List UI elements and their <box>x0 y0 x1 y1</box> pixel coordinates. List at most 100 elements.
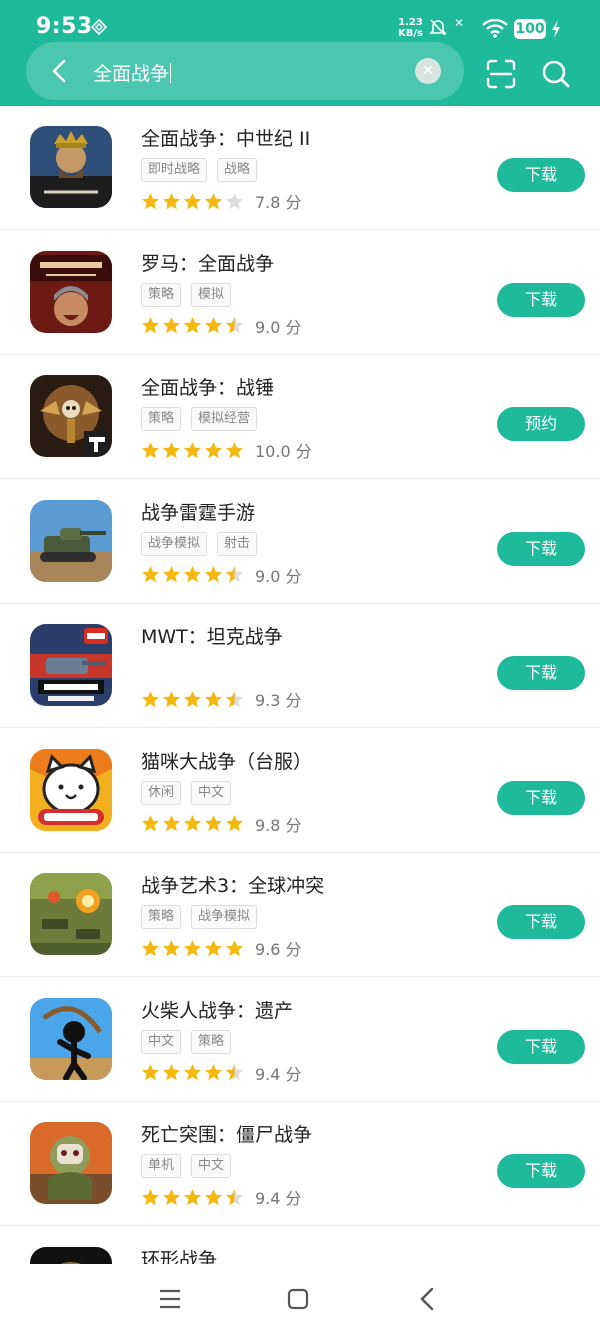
app-title[interactable]: 环形战争 <box>141 1245 217 1265</box>
search-icon[interactable] <box>541 59 571 89</box>
star-filled-icon <box>142 192 159 209</box>
app-tag: 单机 <box>141 1154 182 1178</box>
star-filled-icon <box>163 939 180 956</box>
star-filled-icon <box>142 317 159 334</box>
reserve-button[interactable]: 预约 <box>497 407 585 441</box>
app-list-item[interactable]: 战争艺术3：全球冲突 策略 战争模拟 9.6 分 下载 <box>0 853 600 977</box>
medieval-ii-icon[interactable] <box>30 126 112 208</box>
star-filled-icon <box>163 690 180 707</box>
star-filled-icon <box>205 317 222 334</box>
app-tag: 策略 <box>141 905 182 929</box>
download-button[interactable]: 下载 <box>497 780 585 815</box>
app-tags: 中文 策略 <box>141 1029 232 1054</box>
app-tags: 休闲 中文 <box>141 780 232 805</box>
app-list-item[interactable]: 战争雷霆手游 战争模拟 射击 9.0 分 下载 <box>0 480 600 604</box>
star-filled-icon <box>184 1188 201 1205</box>
app-list-item[interactable]: 全面战争：战锤 策略 模拟经营 10.0 分 预约 <box>0 355 600 479</box>
ring-war-icon[interactable] <box>30 1246 112 1264</box>
download-button[interactable]: 下载 <box>497 1154 585 1188</box>
star-rating <box>141 690 244 709</box>
star-filled-icon <box>205 815 222 832</box>
app-list-item[interactable]: 死亡突围：僵尸战争 单机 中文 9.4 分 下载 <box>0 1102 600 1226</box>
scan-icon[interactable] <box>486 59 516 89</box>
app-list-item[interactable]: 全面战争：中世纪 II 即时战略 战略 7.8 分 下载 <box>0 106 600 230</box>
net-speed: 1.23 KB/s <box>398 17 423 39</box>
app-list-item[interactable]: 猫咪大战争（台服） 休闲 中文 9.8 分 下载 <box>0 729 600 853</box>
star-filled-icon <box>163 566 180 583</box>
app-tags: 策略 模拟经营 <box>141 407 258 431</box>
star-filled-icon <box>142 939 159 956</box>
app-score: 7.8 分 <box>255 193 302 212</box>
app-tag: 即时战略 <box>141 158 208 182</box>
rome-total-war-icon[interactable] <box>30 250 112 333</box>
app-tag: 战略 <box>217 158 258 182</box>
download-button[interactable]: 下载 <box>497 282 585 317</box>
mwt-tank-icon[interactable] <box>30 624 112 706</box>
app-tag: 中文 <box>141 1029 182 1054</box>
home-icon[interactable] <box>287 1288 309 1310</box>
download-button[interactable]: 下载 <box>497 531 585 566</box>
star-rating <box>141 1188 244 1207</box>
star-filled-icon <box>163 1064 180 1081</box>
app-rating: 10.0 分 <box>141 439 312 461</box>
star-rating <box>141 814 244 833</box>
app-title[interactable]: 战争艺术3：全球冲突 <box>141 871 324 898</box>
star-filled-icon <box>142 441 159 458</box>
app-tag: 策略 <box>191 1029 232 1054</box>
star-filled-icon <box>226 939 243 956</box>
battle-cats-icon[interactable] <box>30 748 112 831</box>
app-tag: 模拟 <box>191 282 232 307</box>
app-score: 9.4 分 <box>255 1189 302 1208</box>
star-filled-icon <box>142 815 159 832</box>
search-results-list[interactable]: 全面战争：中世纪 II 即时战略 战略 7.8 分下载 罗马：全面战争 策略 模拟 9.0 分… <box>0 106 600 1264</box>
star-half-icon <box>226 1064 243 1081</box>
app-tag: 模拟经营 <box>191 407 258 431</box>
search-bar[interactable]: 全面战争 ✕ <box>26 42 464 100</box>
star-rating <box>141 316 244 335</box>
app-rating: 9.6 分 <box>141 937 302 959</box>
app-tags: 即时战略 战略 <box>141 158 258 182</box>
tank-icon[interactable] <box>30 499 112 582</box>
clear-search-button[interactable]: ✕ <box>415 58 441 84</box>
back-arrow-icon[interactable] <box>46 57 74 85</box>
app-title[interactable]: 全面战争：战锤 <box>141 373 274 400</box>
download-button[interactable]: 下载 <box>497 158 585 192</box>
app-title[interactable]: 全面战争：中世纪 II <box>141 124 310 151</box>
star-filled-icon <box>184 192 201 209</box>
star-empty-icon <box>226 192 243 209</box>
art-of-war-icon[interactable] <box>30 873 112 955</box>
app-list-item[interactable]: MWT：坦克战争 9.3 分 下载 <box>0 604 600 728</box>
download-button[interactable]: 下载 <box>497 656 585 690</box>
app-header: 9:53 1.23 KB/s ✕ 100 全面战争 ✕ <box>0 0 600 106</box>
app-title[interactable]: MWT：坦克战争 <box>141 622 283 649</box>
app-title[interactable]: 死亡突围：僵尸战争 <box>141 1120 312 1147</box>
app-score: 9.8 分 <box>255 815 302 835</box>
download-button[interactable]: 下载 <box>497 905 585 939</box>
app-title[interactable]: 战争雷霆手游 <box>141 498 255 525</box>
warhammer-icon[interactable] <box>30 375 112 457</box>
app-list-item[interactable]: 火柴人战争：遗产 中文 策略 9.4 分 下载 <box>0 978 600 1102</box>
stick-war-icon[interactable] <box>30 997 112 1080</box>
system-nav-bar <box>0 1264 600 1333</box>
zombie-war-icon[interactable] <box>30 1122 112 1204</box>
star-rating <box>141 441 244 460</box>
star-filled-icon <box>163 441 180 458</box>
app-score: 9.3 分 <box>255 691 302 710</box>
star-rating <box>141 1063 244 1082</box>
app-list-item[interactable]: 环形战争 <box>0 1227 600 1265</box>
search-input[interactable]: 全面战争 <box>93 59 172 86</box>
app-title[interactable]: 罗马：全面战争 <box>141 249 274 276</box>
star-filled-icon <box>205 690 222 707</box>
star-half-icon <box>226 566 243 583</box>
star-rating <box>141 192 244 211</box>
app-title[interactable]: 火柴人战争：遗产 <box>141 996 293 1023</box>
app-rating: 9.0 分 <box>141 315 302 337</box>
app-rating: 9.4 分 <box>141 1062 302 1084</box>
recent-apps-icon[interactable] <box>158 1288 182 1310</box>
no-signal-icon: ✕ <box>454 16 465 30</box>
nav-back-icon[interactable] <box>417 1286 437 1312</box>
download-button[interactable]: 下载 <box>497 1029 585 1064</box>
app-list-item[interactable]: 罗马：全面战争 策略 模拟 9.0 分 下载 <box>0 231 600 355</box>
star-filled-icon <box>142 1064 159 1081</box>
app-title[interactable]: 猫咪大战争（台服） <box>141 747 312 774</box>
